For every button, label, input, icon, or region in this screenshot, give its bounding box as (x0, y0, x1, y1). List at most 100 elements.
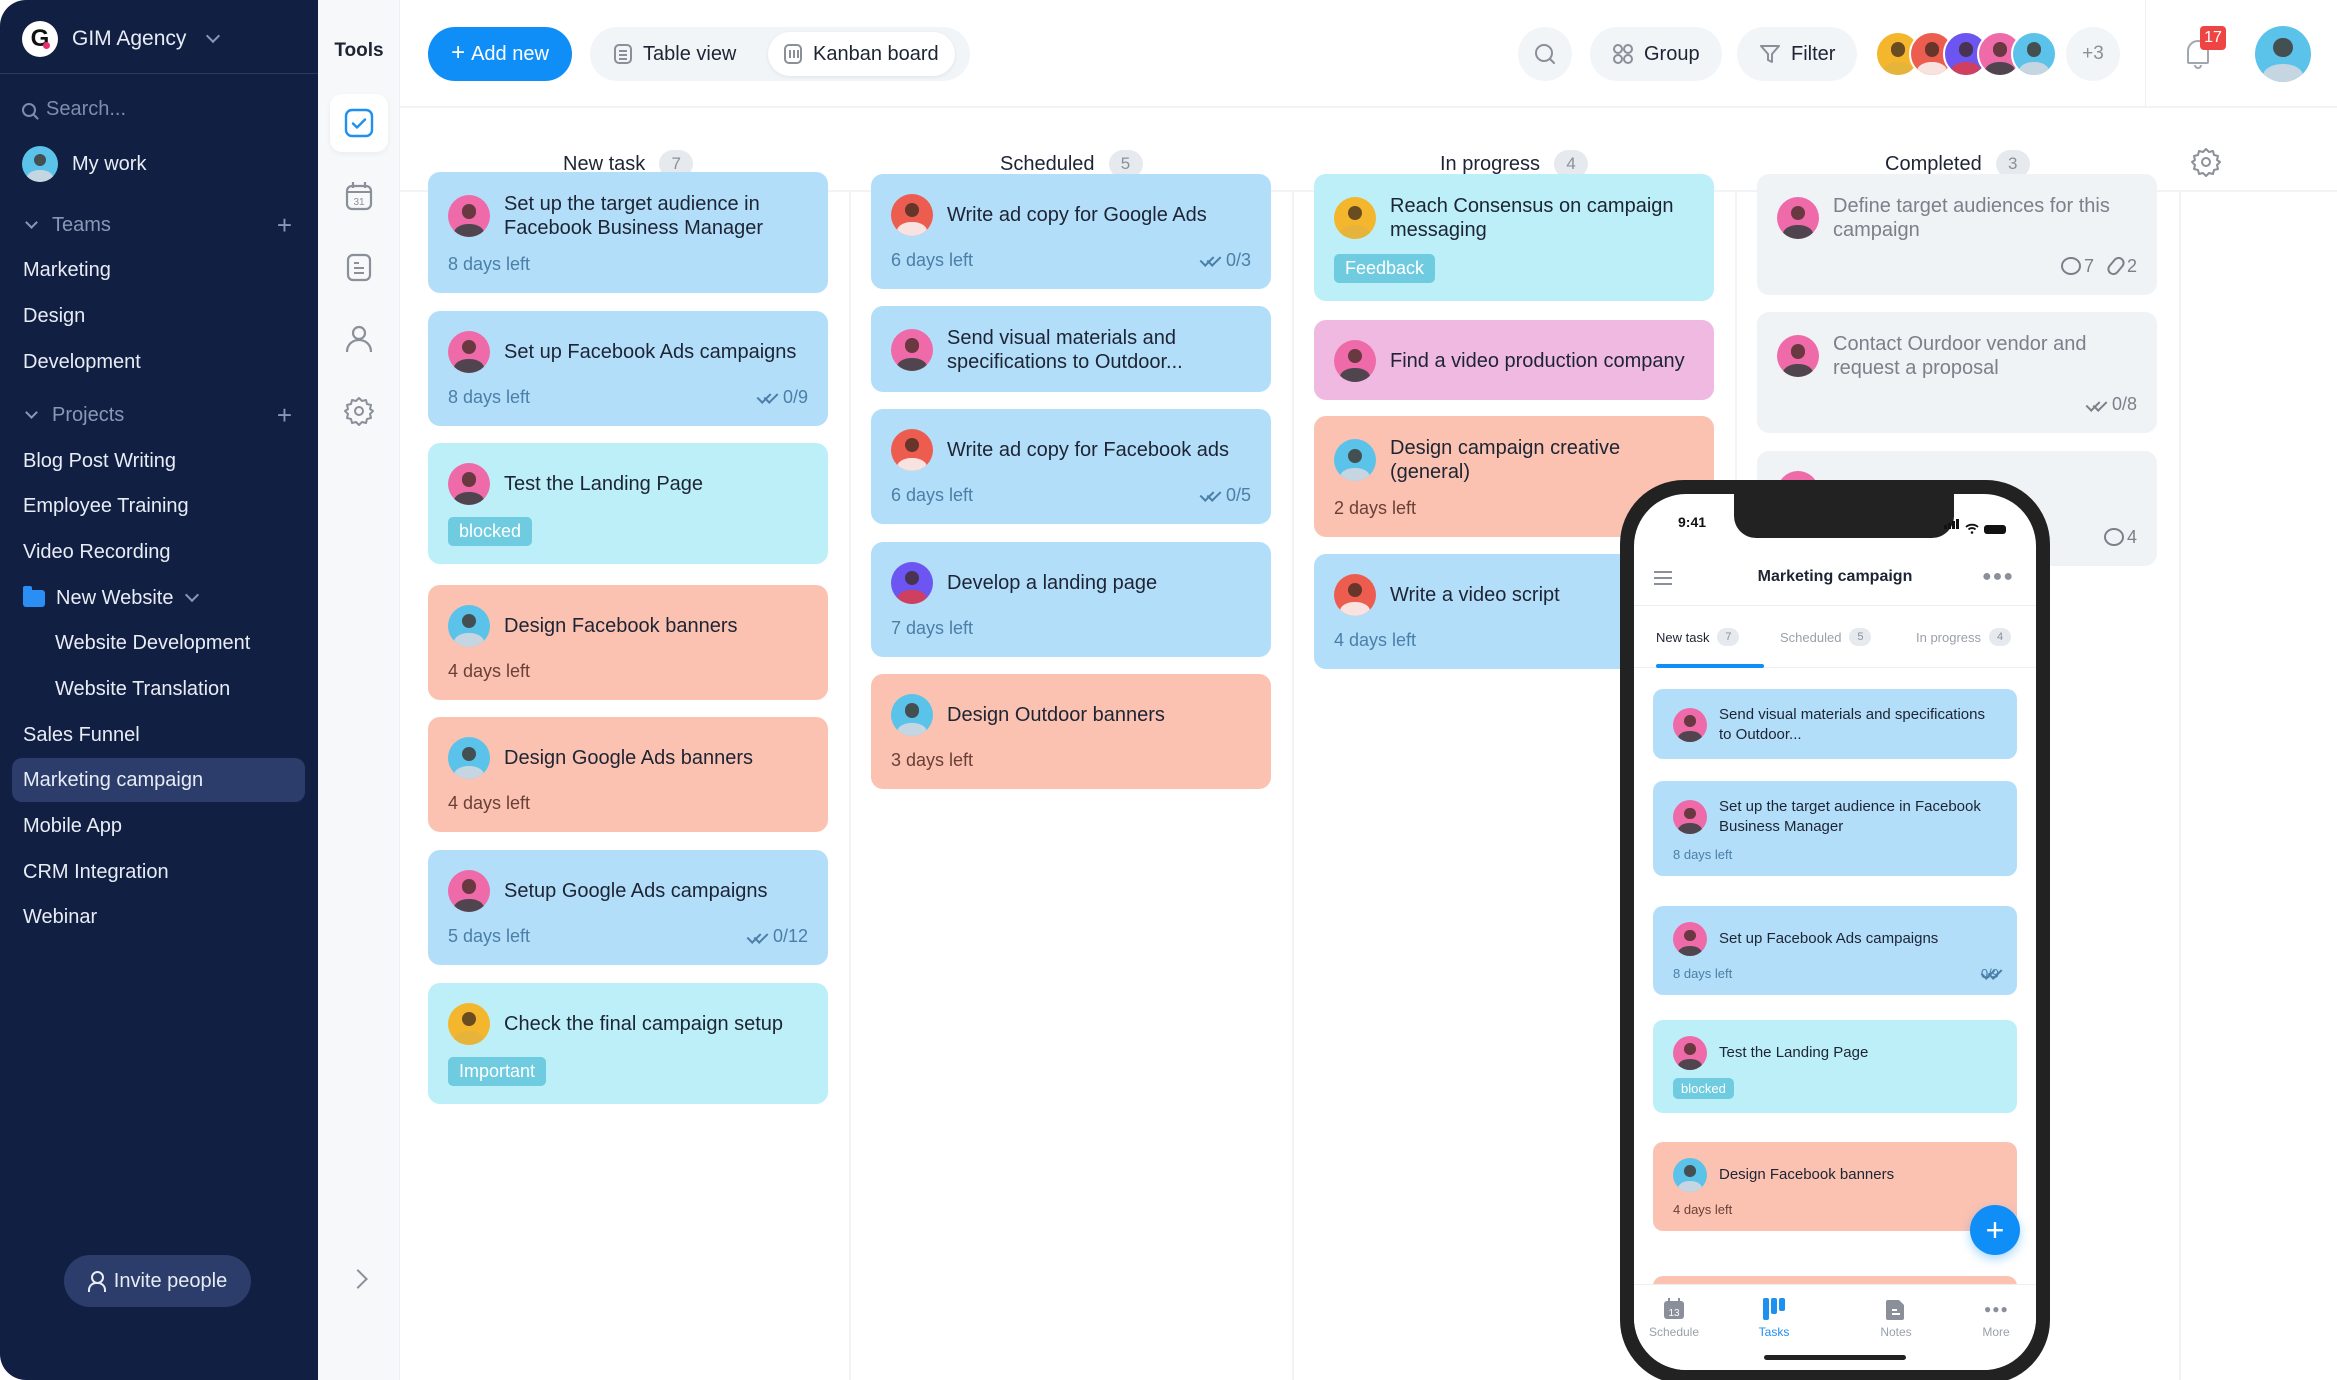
task-card[interactable]: Contact Ourdoor vendor and request a pro… (1757, 312, 2157, 434)
sidebar-item-project-active[interactable]: Marketing campaign (12, 758, 305, 802)
tool-people[interactable] (330, 310, 388, 368)
search-button[interactable] (1518, 27, 1572, 81)
days-left: 8 days left (448, 386, 531, 407)
phone-task-card[interactable]: Design Facebook banners 4 days left (1653, 1141, 2017, 1231)
add-new-button[interactable]: + Add new (428, 27, 572, 81)
sidebar-item-project[interactable]: Blog Post Writing (12, 439, 305, 483)
assignee-avatar (1334, 573, 1376, 616)
card-tag: Important (448, 1056, 547, 1086)
phone-tab-scheduled[interactable]: Scheduled 5 (1780, 628, 1872, 646)
card-header: Set up Facebook Ads campaigns (448, 330, 808, 373)
task-card[interactable]: Design Facebook banners 4 days left (428, 584, 828, 700)
card-header: Test the Landing Page (448, 463, 808, 506)
tools-label: Tools (334, 40, 384, 61)
phone-add-fab-button[interactable]: + (1970, 1205, 2020, 1255)
notes-icon (346, 253, 372, 282)
task-card[interactable]: Check the final campaign setup Important (428, 982, 828, 1104)
task-card[interactable]: Write ad copy for Facebook ads 6 days lef… (871, 408, 1271, 524)
sidebar-item-project[interactable]: Video Recording (12, 530, 305, 574)
more-members-button[interactable]: +3 (2066, 27, 2120, 81)
phone-tab-new-task[interactable]: New task 7 (1656, 628, 1740, 646)
card-title: Define target audiences for this campaig… (1833, 194, 2110, 241)
assignee-avatar (891, 329, 933, 372)
task-card[interactable]: Design Outdoor banners 3 days left (871, 674, 1271, 790)
projects-section-header[interactable]: Projects + (22, 402, 292, 428)
card-meta: 8 days left (1673, 847, 1999, 862)
assignee-avatar (891, 694, 933, 737)
group-button[interactable]: Group (1590, 27, 1722, 81)
phone-task-card[interactable]: Set up Facebook Ads campaigns 8 days left… (1653, 906, 2017, 996)
tool-tasks[interactable] (330, 94, 388, 152)
sidebar-item-team[interactable]: Marketing (12, 248, 305, 292)
tool-notes[interactable] (330, 238, 388, 296)
sidebar-item-project[interactable]: Website Translation (12, 667, 305, 711)
task-card[interactable]: Set up the target audience in Facebook B… (428, 172, 828, 294)
workspace-logo-letter: G (30, 25, 50, 52)
filter-button[interactable]: Filter (1737, 27, 1858, 81)
card-header: Contact Ourdoor vendor and request a pro… (1777, 332, 2137, 380)
search-icon (1535, 44, 1555, 64)
add-team-plus-icon[interactable]: + (277, 212, 292, 238)
task-card[interactable]: Write ad copy for Google Ads 6 days left 0… (871, 173, 1271, 289)
task-card[interactable]: Design Google Ads banners 4 days left (428, 717, 828, 833)
sidebar-item-my-work[interactable]: My work (22, 146, 146, 182)
sidebar-item-team[interactable]: Development (12, 340, 305, 384)
tool-settings[interactable] (330, 382, 388, 440)
sidebar-item-project[interactable]: Sales Funnel (12, 713, 305, 757)
task-card[interactable]: Develop a landing page 7 days left (871, 541, 1271, 657)
comment-icon (2103, 527, 2124, 546)
days-left: 3 days left (891, 750, 974, 771)
sidebar-search[interactable]: Search... (22, 98, 126, 121)
card-header: Design Facebook banners (448, 604, 808, 647)
workspace-switcher[interactable]: G GIM Agency (22, 20, 221, 58)
sidebar-item-project[interactable]: Website Development (12, 621, 305, 665)
checklist-progress: 0/12 (747, 926, 808, 947)
filter-icon (1760, 45, 1780, 63)
more-options-icon[interactable]: ●●● (1982, 568, 2014, 586)
kanban-board-tab[interactable]: Kanban board (768, 32, 955, 76)
task-card[interactable]: Set up Facebook Ads campaigns 8 days left… (428, 310, 828, 426)
sidebar-item-label: Marketing campaign (23, 768, 204, 791)
task-card[interactable]: Reach Consensus on campaign messaging Fee… (1314, 173, 1714, 301)
tool-calendar[interactable]: 31 (330, 167, 388, 225)
task-card[interactable]: Define target audiences for this campaig… (1757, 173, 2157, 295)
calendar-icon: 31 (345, 182, 373, 211)
card-meta: 72 (1777, 254, 2137, 278)
phone-task-card[interactable]: Set up the target audience in Facebook B… (1653, 781, 2017, 877)
invite-label: Invite people (113, 1269, 228, 1292)
phone-task-card-partial[interactable] (1653, 1275, 2017, 1284)
board-settings-button[interactable] (2190, 146, 2222, 183)
task-card[interactable]: Setup Google Ads campaigns 5 days left 0/1… (428, 850, 828, 966)
phone-task-card[interactable]: Send visual materials and specifications… (1653, 688, 2017, 759)
sidebar-item-project[interactable]: CRM Integration (12, 850, 305, 894)
sidebar-item-label: Development (23, 350, 141, 373)
phone-nav-more[interactable]: ●●● More (1956, 1297, 2036, 1339)
phone-task-card[interactable]: Test the Landing Page blocked (1653, 1019, 2017, 1113)
phone-nav-tasks[interactable]: Tasks (1734, 1297, 1814, 1339)
sidebar-item-project[interactable]: Mobile App (12, 804, 305, 848)
sidebar-item-project[interactable]: Webinar (12, 895, 305, 939)
attachments-count: 2 (2104, 254, 2137, 278)
sidebar-item-project[interactable]: Employee Training (12, 484, 305, 528)
expand-chevron-right-icon[interactable] (348, 1269, 368, 1289)
phone-nav-notes[interactable]: Notes (1856, 1297, 1936, 1339)
add-project-plus-icon[interactable]: + (277, 402, 292, 428)
phone-nav-schedule[interactable]: 13 Schedule (1634, 1297, 1714, 1339)
invite-people-button[interactable]: Invite people (64, 1255, 251, 1307)
checklist-value: 0/3 (1225, 249, 1251, 270)
checklist-progress: 0/9 (757, 387, 808, 408)
phone-tab-in-progress[interactable]: In progress 4 (1916, 628, 2012, 646)
card-title: Write a video script (1390, 583, 1560, 606)
member-avatar[interactable] (2011, 31, 2057, 77)
sidebar-item-label: CRM Integration (23, 860, 169, 883)
current-user-avatar[interactable] (2255, 26, 2311, 82)
task-card[interactable]: Send visual materials and specifications… (871, 306, 1271, 393)
sidebar-item-team[interactable]: Design (12, 294, 305, 338)
sidebar-item-folder-new-website[interactable]: New Website (12, 576, 305, 620)
table-view-tab[interactable]: Table view (598, 32, 752, 76)
assignee-avatar (448, 604, 490, 647)
task-card[interactable]: Test the Landing Page blocked (428, 443, 828, 565)
teams-section-header[interactable]: Teams + (22, 212, 292, 238)
card-header: Send visual materials and specifications… (1673, 705, 1999, 745)
task-card[interactable]: Find a video production company (1314, 319, 1714, 400)
